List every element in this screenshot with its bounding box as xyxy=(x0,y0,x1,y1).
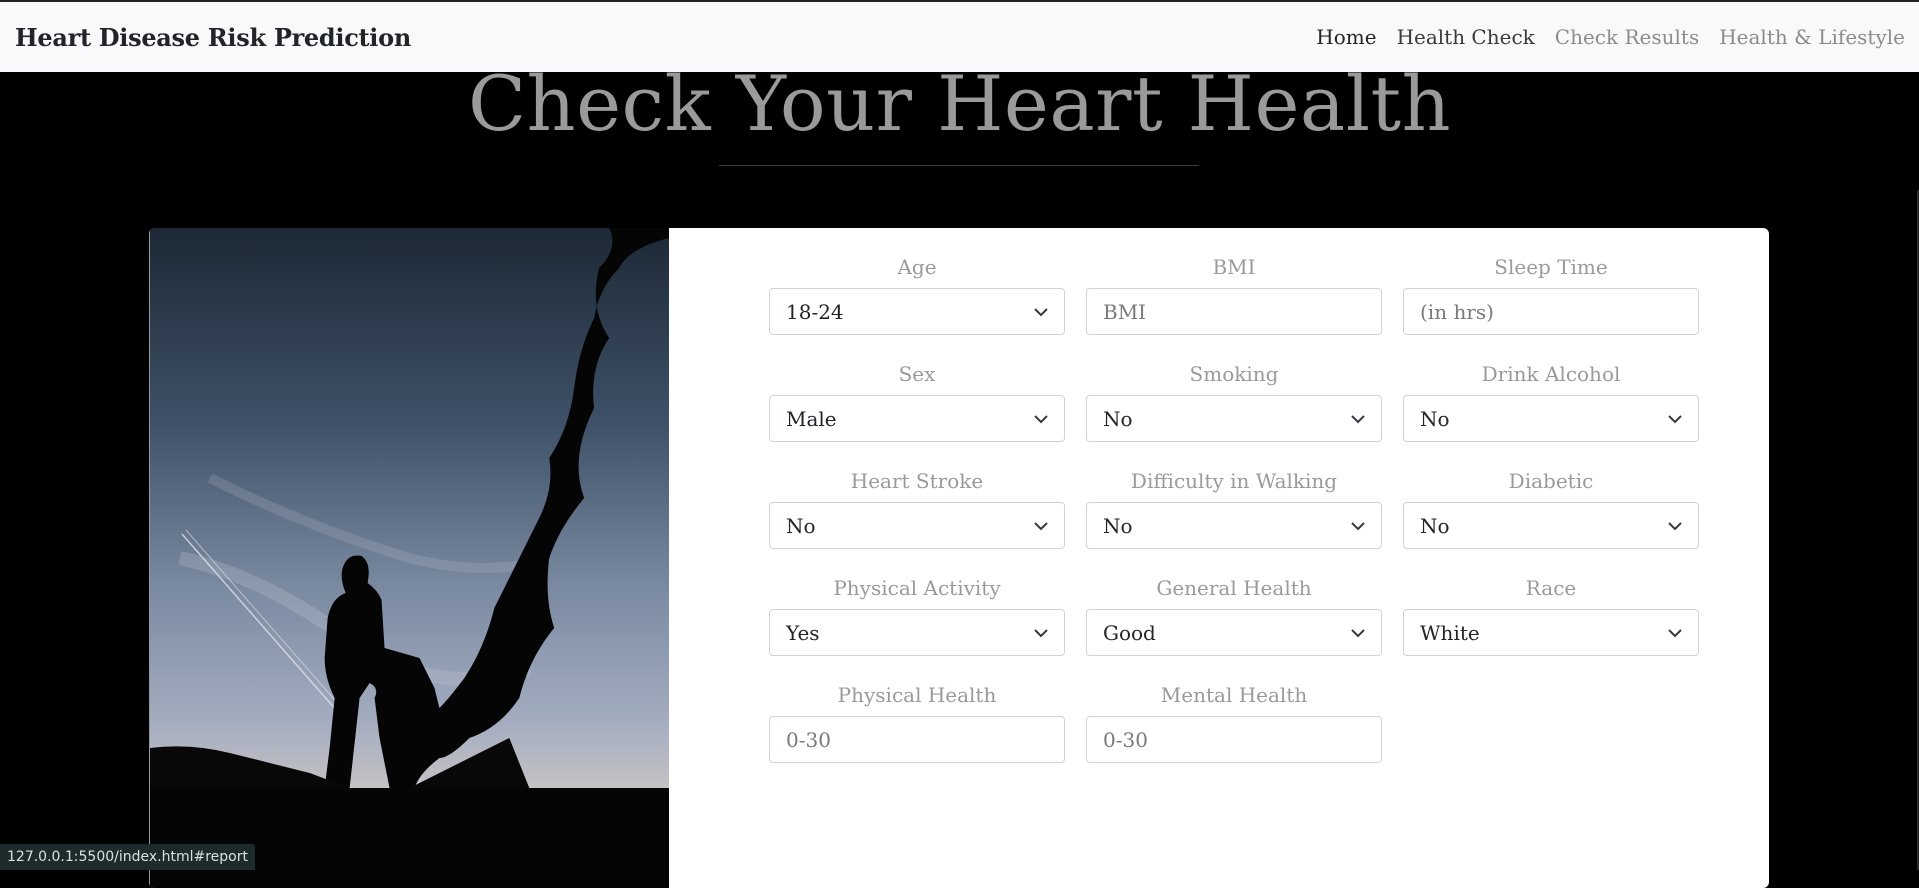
chevron-down-icon xyxy=(1351,628,1365,638)
walking-value: No xyxy=(1103,514,1133,538)
field-walking: Difficulty in Walking No xyxy=(1086,468,1382,575)
stroke-value: No xyxy=(786,514,816,538)
field-diabetic: Diabetic No xyxy=(1403,468,1699,575)
chevron-down-icon xyxy=(1034,307,1048,317)
field-stroke: Heart Stroke No xyxy=(769,468,1065,575)
chevron-down-icon xyxy=(1668,521,1682,531)
field-bmi: BMI BMI xyxy=(1086,254,1382,361)
race-value: White xyxy=(1420,621,1480,645)
physical-health-input[interactable]: 0-30 xyxy=(769,716,1065,763)
age-select[interactable]: 18-24 xyxy=(769,288,1065,335)
race-select[interactable]: White xyxy=(1403,609,1699,656)
sex-value: Male xyxy=(786,407,837,431)
chevron-down-icon xyxy=(1034,628,1048,638)
field-smoking: Smoking No xyxy=(1086,361,1382,468)
form-card: Age 18-24 BMI BMI Sleep Time (in hrs) Se… xyxy=(149,228,1769,888)
nav-check-results[interactable]: Check Results xyxy=(1555,25,1699,49)
field-sex: Sex Male xyxy=(769,361,1065,468)
sex-label: Sex xyxy=(899,361,936,395)
page-title: Check Your Heart Health xyxy=(0,66,1919,142)
diabetic-label: Diabetic xyxy=(1509,468,1594,502)
age-label: Age xyxy=(897,254,936,288)
age-value: 18-24 xyxy=(786,300,844,324)
bmi-placeholder: BMI xyxy=(1103,300,1146,324)
diabetic-value: No xyxy=(1420,514,1450,538)
walking-label: Difficulty in Walking xyxy=(1131,468,1337,502)
chevron-down-icon xyxy=(1668,628,1682,638)
nav-links: Home Health Check Check Results Health &… xyxy=(1316,25,1905,49)
activity-value: Yes xyxy=(786,621,820,645)
alcohol-label: Drink Alcohol xyxy=(1482,361,1621,395)
bmi-input[interactable]: BMI xyxy=(1086,288,1382,335)
chevron-down-icon xyxy=(1351,414,1365,424)
title-divider xyxy=(719,165,1199,166)
mental-health-placeholder: 0-30 xyxy=(1103,728,1148,752)
activity-select[interactable]: Yes xyxy=(769,609,1065,656)
field-race: Race White xyxy=(1403,575,1699,682)
field-alcohol: Drink Alcohol No xyxy=(1403,361,1699,468)
hero-photo xyxy=(149,228,669,888)
alcohol-select[interactable]: No xyxy=(1403,395,1699,442)
chevron-down-icon xyxy=(1034,414,1048,424)
mental-health-label: Mental Health xyxy=(1161,682,1307,716)
sleep-label: Sleep Time xyxy=(1494,254,1607,288)
general-health-value: Good xyxy=(1103,621,1156,645)
sleep-placeholder: (in hrs) xyxy=(1420,300,1494,324)
general-health-select[interactable]: Good xyxy=(1086,609,1382,656)
mental-health-input[interactable]: 0-30 xyxy=(1086,716,1382,763)
brand-title[interactable]: Heart Disease Risk Prediction xyxy=(15,23,411,52)
diabetic-select[interactable]: No xyxy=(1403,502,1699,549)
physical-health-placeholder: 0-30 xyxy=(786,728,831,752)
silhouette-photo xyxy=(150,228,669,888)
status-bar-url: 127.0.0.1:5500/index.html#report xyxy=(0,844,255,870)
stroke-select[interactable]: No xyxy=(769,502,1065,549)
stroke-label: Heart Stroke xyxy=(851,468,983,502)
sleep-input[interactable]: (in hrs) xyxy=(1403,288,1699,335)
nav-health-check[interactable]: Health Check xyxy=(1397,25,1535,49)
smoking-value: No xyxy=(1103,407,1133,431)
sex-select[interactable]: Male xyxy=(769,395,1065,442)
walking-select[interactable]: No xyxy=(1086,502,1382,549)
bmi-label: BMI xyxy=(1212,254,1255,288)
alcohol-value: No xyxy=(1420,407,1450,431)
activity-label: Physical Activity xyxy=(833,575,1000,609)
health-form: Age 18-24 BMI BMI Sleep Time (in hrs) Se… xyxy=(769,254,1729,789)
field-mental-health: Mental Health 0-30 xyxy=(1086,682,1382,789)
general-health-label: General Health xyxy=(1156,575,1311,609)
chevron-down-icon xyxy=(1034,521,1048,531)
chevron-down-icon xyxy=(1668,414,1682,424)
field-age: Age 18-24 xyxy=(769,254,1065,361)
nav-health-lifestyle[interactable]: Health & Lifestyle xyxy=(1719,25,1905,49)
nav-home[interactable]: Home xyxy=(1316,25,1376,49)
field-physical-health: Physical Health 0-30 xyxy=(769,682,1065,789)
field-general-health: General Health Good xyxy=(1086,575,1382,682)
chevron-down-icon xyxy=(1351,521,1365,531)
field-sleep: Sleep Time (in hrs) xyxy=(1403,254,1699,361)
race-label: Race xyxy=(1526,575,1576,609)
smoking-select[interactable]: No xyxy=(1086,395,1382,442)
smoking-label: Smoking xyxy=(1190,361,1279,395)
physical-health-label: Physical Health xyxy=(838,682,997,716)
field-activity: Physical Activity Yes xyxy=(769,575,1065,682)
